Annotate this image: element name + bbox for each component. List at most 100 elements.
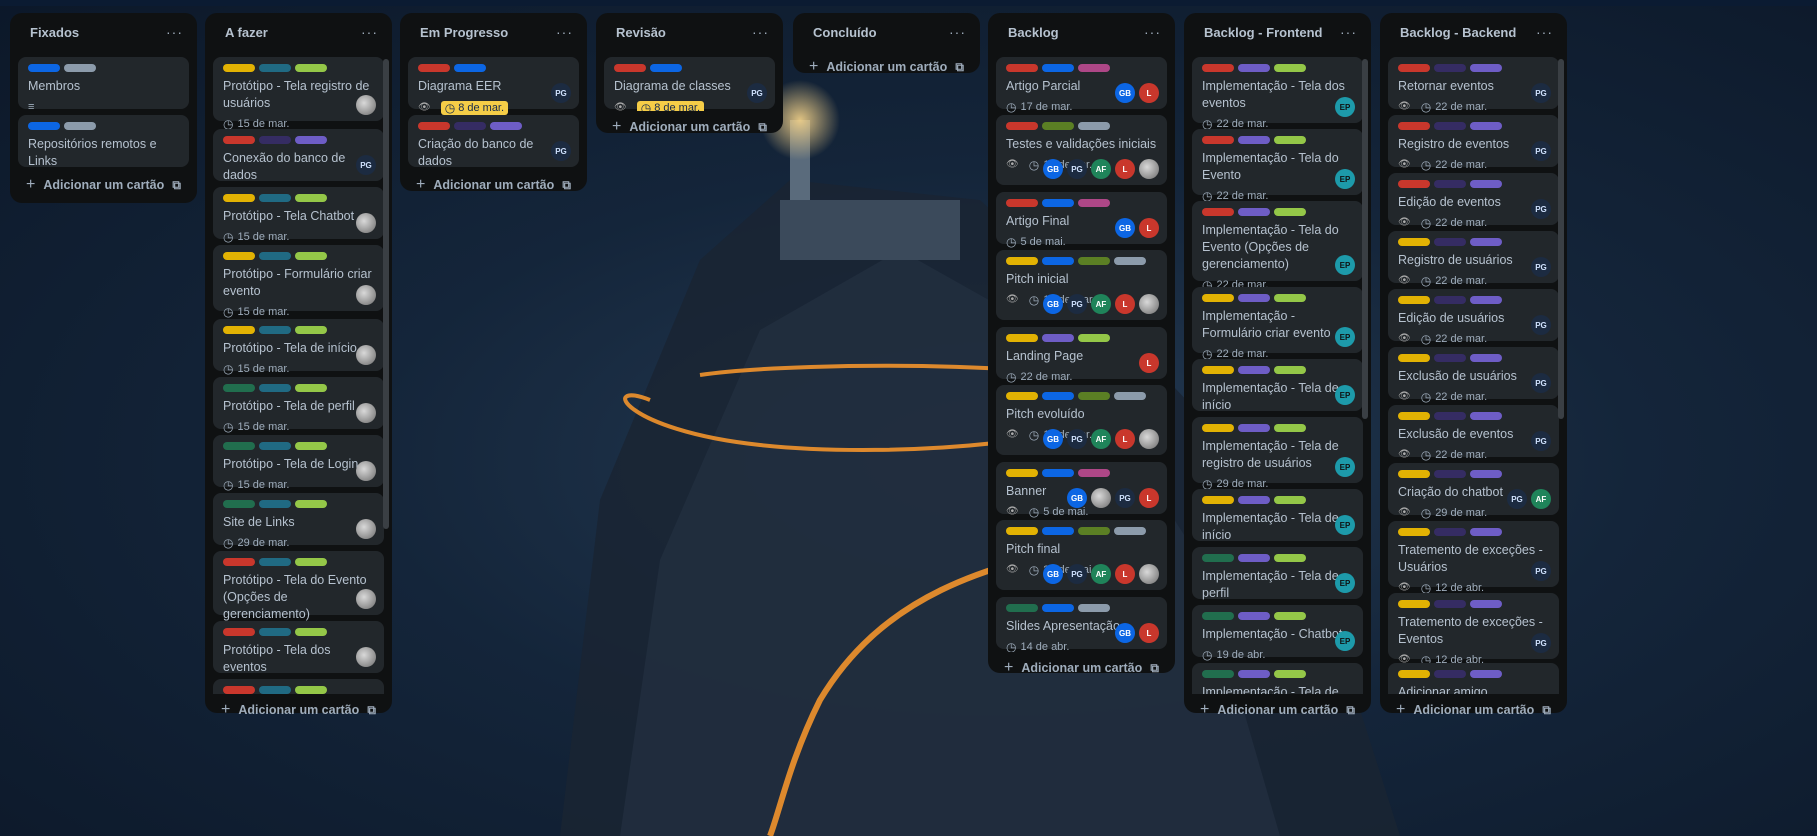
card-label[interactable] bbox=[490, 122, 522, 130]
card-label[interactable] bbox=[1470, 238, 1502, 246]
member-avatar[interactable]: PG bbox=[1531, 431, 1551, 451]
member-avatar[interactable]: L bbox=[1139, 218, 1159, 238]
member-avatar[interactable]: PG bbox=[551, 83, 571, 103]
date-badge[interactable]: ◷ 22 de mar. bbox=[1006, 371, 1072, 383]
card[interactable]: Implementação - Tela de perfil◷12 de abr… bbox=[1192, 547, 1363, 620]
card[interactable]: Site de Links ◷ 29 de mar. bbox=[213, 493, 384, 549]
card-template-icon[interactable]: ⧉ bbox=[172, 178, 181, 193]
card[interactable]: Protótipo - Tela de perfil ◷ 15 de mar. bbox=[213, 377, 384, 433]
card-label[interactable] bbox=[259, 326, 291, 334]
card-label[interactable] bbox=[1434, 296, 1466, 304]
member-photo-avatar[interactable] bbox=[1139, 294, 1159, 314]
card-label[interactable] bbox=[223, 64, 255, 72]
member-avatar[interactable]: AF bbox=[1531, 489, 1551, 509]
date-badge[interactable]: ◷ 22 de mar. bbox=[1421, 391, 1487, 403]
member-avatar[interactable]: AF bbox=[1091, 429, 1111, 449]
card-label[interactable] bbox=[295, 442, 327, 450]
member-photo-avatar[interactable] bbox=[356, 345, 376, 365]
add-card-button[interactable]: + Adicionar um cartão ⧉ bbox=[604, 113, 775, 141]
card-label[interactable] bbox=[223, 194, 255, 202]
member-avatar[interactable]: PG bbox=[1531, 141, 1551, 161]
card-template-icon[interactable]: ⧉ bbox=[367, 703, 376, 718]
card-label[interactable] bbox=[295, 384, 327, 392]
card[interactable]: Protótipo - Tela do Evento (Opções de ge… bbox=[213, 551, 384, 641]
date-badge[interactable]: ◷17 de mar. bbox=[1006, 101, 1072, 113]
member-avatar[interactable]: PG bbox=[1531, 83, 1551, 103]
card-label[interactable] bbox=[1398, 354, 1430, 362]
due-date-badge[interactable]: ◷ 8 de mar. bbox=[636, 101, 705, 111]
member-avatar[interactable]: GB bbox=[1115, 218, 1135, 238]
card-label[interactable] bbox=[64, 64, 96, 72]
card-label[interactable] bbox=[1274, 612, 1306, 620]
card-label[interactable] bbox=[1434, 600, 1466, 608]
card-label[interactable] bbox=[1434, 122, 1466, 130]
card[interactable]: Repositórios remotos e Links≡ bbox=[18, 115, 189, 168]
card[interactable]: Registro de eventos 👁 ◷ 22 de mar. PG bbox=[1388, 115, 1559, 171]
member-avatar[interactable]: PG bbox=[1531, 257, 1551, 277]
member-avatar[interactable]: GB bbox=[1043, 294, 1063, 314]
member-avatar[interactable]: PG bbox=[1531, 373, 1551, 393]
member-avatar[interactable]: GB bbox=[1043, 564, 1063, 584]
card-label[interactable] bbox=[1078, 199, 1110, 207]
card-label[interactable] bbox=[1042, 257, 1074, 265]
date-badge[interactable]: ◷15 de mar. bbox=[223, 231, 289, 243]
member-photo-avatar[interactable] bbox=[356, 285, 376, 305]
card-label[interactable] bbox=[1042, 64, 1074, 72]
member-avatar[interactable]: EP bbox=[1335, 327, 1355, 347]
card[interactable] bbox=[213, 679, 384, 694]
card-label[interactable] bbox=[1398, 412, 1430, 420]
card[interactable]: Implementação - Tela de registro de usuá… bbox=[1192, 417, 1363, 490]
card-label[interactable] bbox=[223, 686, 255, 694]
card-label[interactable] bbox=[1434, 670, 1466, 678]
date-badge[interactable]: ◷ 22 de mar. bbox=[1421, 333, 1487, 345]
card-label[interactable] bbox=[1078, 527, 1110, 535]
card-label[interactable] bbox=[1274, 64, 1306, 72]
card-label[interactable] bbox=[1274, 670, 1306, 678]
card-label[interactable] bbox=[1202, 612, 1234, 620]
card-label[interactable] bbox=[223, 384, 255, 392]
card-label[interactable] bbox=[1114, 257, 1146, 265]
due-date-badge[interactable]: ◷ 8 de mar. bbox=[440, 101, 509, 115]
member-avatar[interactable]: GB bbox=[1043, 429, 1063, 449]
card-label[interactable] bbox=[1202, 424, 1234, 432]
card-label[interactable] bbox=[28, 122, 60, 130]
card-label[interactable] bbox=[1042, 199, 1074, 207]
member-photo-avatar[interactable] bbox=[356, 461, 376, 481]
card-label[interactable] bbox=[1398, 296, 1430, 304]
member-avatar[interactable]: L bbox=[1115, 429, 1135, 449]
date-badge[interactable]: ◷ 22 de mar. bbox=[1421, 275, 1487, 287]
card[interactable]: Implementação - Tela do Evento (Opções d… bbox=[1192, 201, 1363, 291]
add-card-button[interactable]: + Adicionar um cartão ⧉ bbox=[213, 696, 384, 724]
member-photo-avatar[interactable] bbox=[356, 519, 376, 539]
add-card-button[interactable]: + Adicionar um cartão ⧉ bbox=[408, 171, 579, 199]
card[interactable]: Landing Page ◷ 22 de mar. L bbox=[996, 327, 1167, 383]
list-scrollbar[interactable] bbox=[383, 59, 389, 529]
card-label[interactable] bbox=[259, 500, 291, 508]
card-label[interactable] bbox=[1202, 136, 1234, 144]
card-label[interactable] bbox=[454, 64, 486, 72]
card-label[interactable] bbox=[1042, 122, 1074, 130]
member-avatar[interactable]: L bbox=[1139, 83, 1159, 103]
member-avatar[interactable]: PG bbox=[1531, 199, 1551, 219]
card-label[interactable] bbox=[1078, 469, 1110, 477]
card[interactable]: Adicionar amigo bbox=[1388, 663, 1559, 694]
member-avatar[interactable]: L bbox=[1139, 353, 1159, 373]
list-title[interactable]: A fazer bbox=[225, 25, 268, 40]
card-label[interactable] bbox=[1274, 424, 1306, 432]
member-avatar[interactable]: GB bbox=[1115, 623, 1135, 643]
list-menu-icon[interactable]: ··· bbox=[949, 24, 966, 40]
card-label[interactable] bbox=[295, 500, 327, 508]
card-label[interactable] bbox=[1274, 294, 1306, 302]
member-photo-avatar[interactable] bbox=[1139, 429, 1159, 449]
card-label[interactable] bbox=[1006, 392, 1038, 400]
list-scrollbar[interactable] bbox=[1362, 59, 1368, 419]
card-label[interactable] bbox=[259, 558, 291, 566]
member-photo-avatar[interactable] bbox=[1139, 564, 1159, 584]
card[interactable]: Pitch evoluído👁◷14 de abr.GBPGAFL bbox=[996, 385, 1167, 455]
member-avatar[interactable]: GB bbox=[1115, 83, 1135, 103]
card-label[interactable] bbox=[1274, 496, 1306, 504]
card-label[interactable] bbox=[1434, 412, 1466, 420]
card-label[interactable] bbox=[1238, 208, 1270, 216]
card[interactable]: Diagrama de classes 👁 ◷ 8 de mar. PG bbox=[604, 57, 775, 111]
card[interactable]: Testes e validações iniciais👁◷14 de abr.… bbox=[996, 115, 1167, 185]
